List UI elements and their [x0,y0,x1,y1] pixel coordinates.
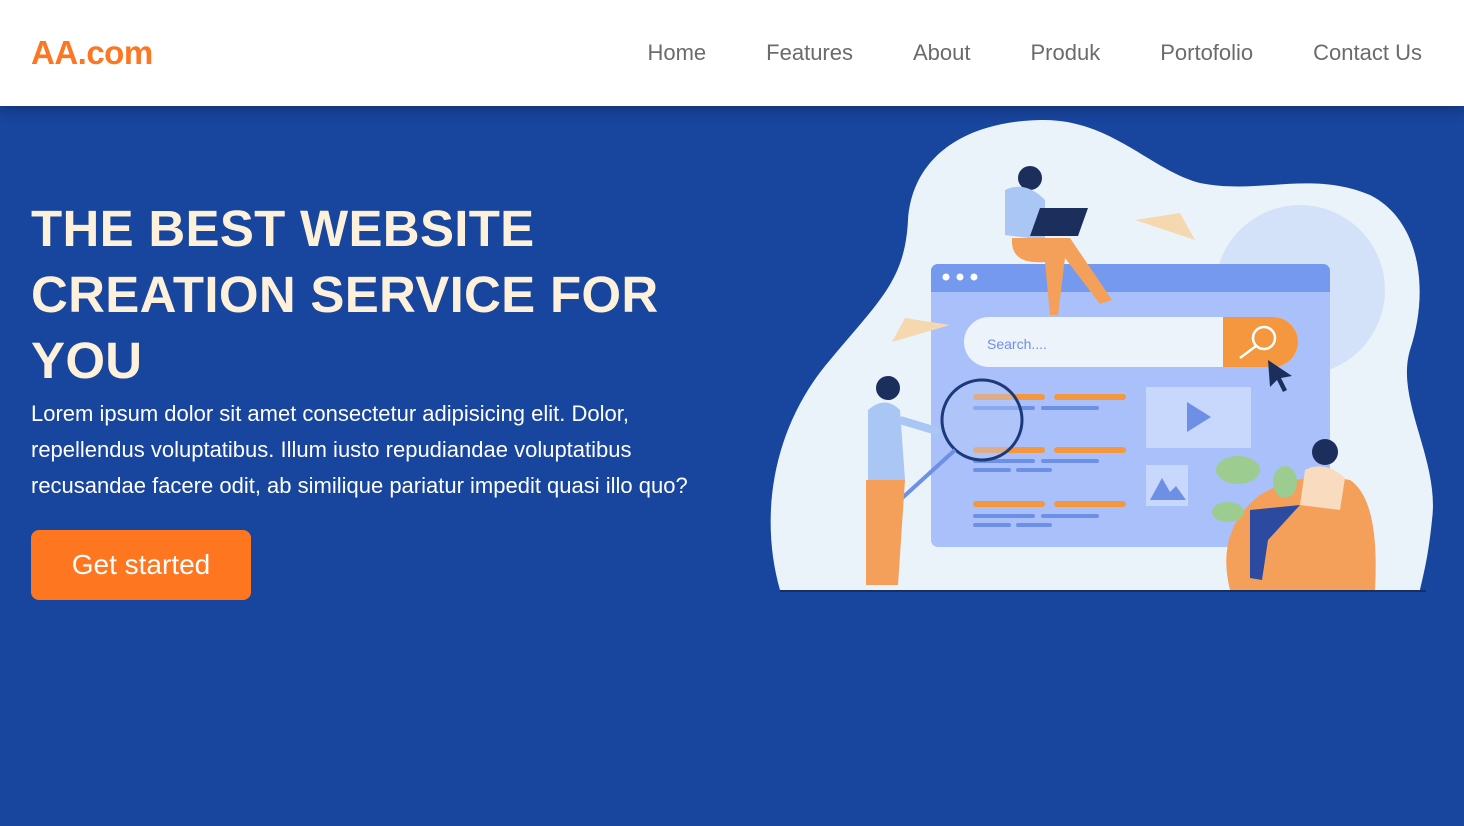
nav-home[interactable]: Home [647,40,706,66]
hero-title: THE BEST WEBSITE CREATION SERVICE FOR YO… [31,200,659,389]
get-started-button[interactable]: Get started [31,530,251,600]
magnifier [940,378,1024,462]
nav-contact-us[interactable]: Contact Us [1313,40,1422,66]
navbar: AA.com Home Features About Produk Portof… [0,0,1464,106]
hero-illustration: Search.... [770,119,1433,592]
nav-produk[interactable]: Produk [1031,40,1101,66]
nav-portofolio[interactable]: Portofolio [1160,40,1253,66]
nav-features[interactable]: Features [766,40,853,66]
logo[interactable]: AA.com [31,34,153,72]
hero-description: Lorem ipsum dolor sit amet consectetur a… [31,401,688,498]
nav-about[interactable]: About [913,40,971,66]
main-nav: Home Features About Produk Portofolio Co… [647,40,1422,66]
hero-section: THE BEST WEBSITE CREATION SERVICE FOR YO… [31,196,721,600]
search-placeholder: Search.... [987,336,1047,352]
